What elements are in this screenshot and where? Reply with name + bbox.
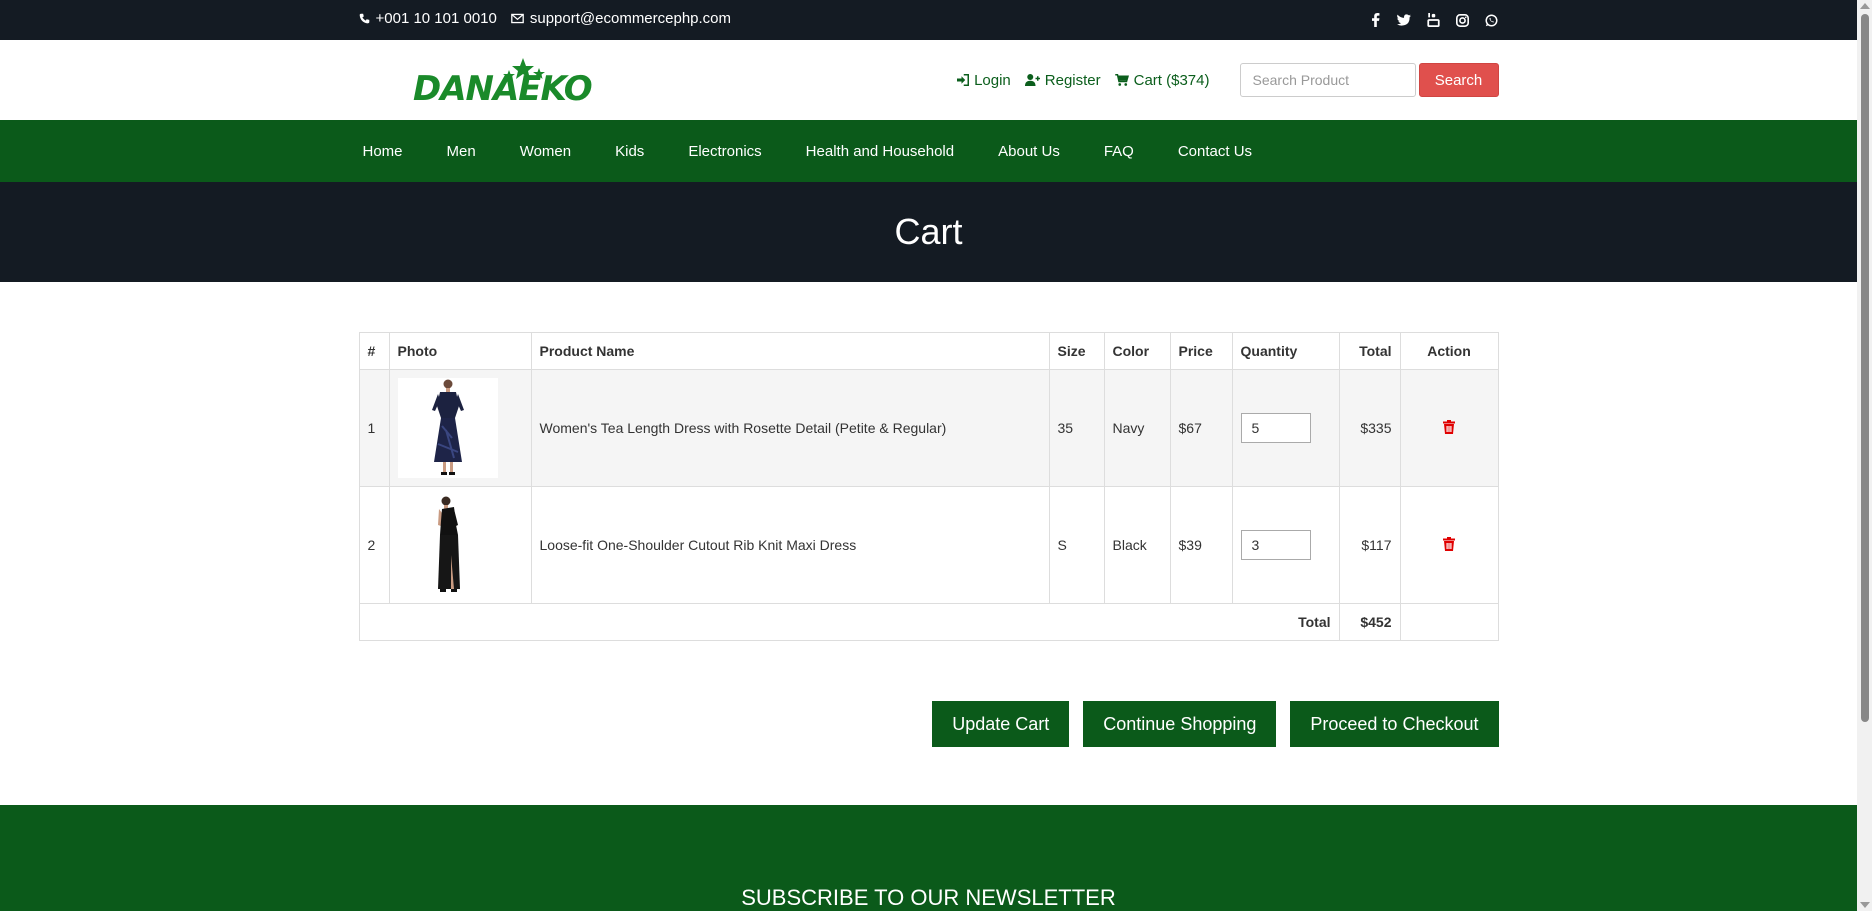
nav-item-contact-us[interactable]: Contact Us: [1174, 143, 1256, 160]
row-number: 1: [358, 369, 390, 487]
sign-in-icon: [957, 74, 970, 86]
row-total: $335: [1338, 369, 1401, 487]
youtube-icon[interactable]: [1426, 13, 1441, 28]
scroll-down-arrow[interactable]: [1860, 902, 1870, 908]
newsletter-title: SUBSCRIBE TO OUR NEWSLETTER: [741, 885, 1116, 910]
action-cell: [1399, 486, 1499, 604]
phone-icon: [359, 13, 369, 24]
nav-item-faq[interactable]: FAQ: [1100, 143, 1138, 160]
product-photo-cell: [388, 369, 532, 487]
row-total: $117: [1338, 486, 1401, 604]
social-links: [1368, 13, 1499, 28]
table-header-row: # Photo Product Name Size Color Price Qu…: [358, 332, 1499, 370]
cart-total-row: Total $452: [358, 603, 1499, 641]
account-links: Login Register Cart ($374): [957, 71, 1210, 89]
nav-item-health-household[interactable]: Health and Household: [802, 143, 958, 160]
top-bar: +001 10 101 0010 support@ecommercephp.co…: [0, 0, 1857, 40]
facebook-icon[interactable]: [1368, 13, 1383, 28]
contact-info: +001 10 101 0010 support@ecommercephp.co…: [359, 10, 731, 27]
instagram-icon[interactable]: [1455, 13, 1470, 28]
scrollbar-thumb[interactable]: [1861, 14, 1869, 722]
table-row: 2 Loose-fit One-Shoulder Cutout Rib Knit…: [358, 486, 1499, 604]
page: +001 10 101 0010 support@ecommercephp.co…: [0, 0, 1857, 911]
update-cart-button[interactable]: Update Cart: [932, 701, 1070, 747]
email-contact[interactable]: support@ecommercephp.com: [511, 10, 731, 27]
quantity-input[interactable]: [1240, 413, 1311, 443]
page-scrollbar[interactable]: [1857, 0, 1872, 911]
cart-table: # Photo Product Name Size Color Price Qu…: [358, 332, 1499, 641]
nav-item-kids[interactable]: Kids: [611, 143, 648, 160]
page-title: Cart: [894, 211, 963, 252]
search-button[interactable]: Search: [1418, 63, 1499, 97]
continue-shopping-button[interactable]: Continue Shopping: [1083, 701, 1277, 747]
nav-item-about-us[interactable]: About Us: [994, 143, 1064, 160]
register-label: Register: [1044, 71, 1101, 89]
col-header-quantity: Quantity: [1231, 332, 1340, 370]
quantity-cell: [1231, 486, 1340, 604]
product-name: Loose-fit One-Shoulder Cutout Rib Knit M…: [530, 486, 1050, 604]
scroll-up-arrow[interactable]: [1860, 3, 1870, 9]
cart-total-value: $452: [1338, 603, 1401, 641]
navy-dress-image: [431, 379, 464, 475]
product-color: Black: [1103, 486, 1171, 604]
action-cell: [1399, 369, 1499, 487]
col-header-price: Price: [1169, 332, 1233, 370]
col-header-product-name: Product Name: [530, 332, 1050, 370]
checkout-button[interactable]: Proceed to Checkout: [1290, 701, 1499, 747]
col-header-total: Total: [1338, 332, 1401, 370]
cart-section: # Photo Product Name Size Color Price Qu…: [358, 282, 1499, 747]
search-input[interactable]: [1239, 63, 1416, 97]
logo-graphic: DANAEKO: [413, 58, 592, 106]
twitter-icon[interactable]: [1397, 13, 1412, 28]
table-row: 1 Women's Tea Length Dress with Rosette …: [358, 369, 1499, 487]
shopping-cart-icon: [1114, 74, 1129, 86]
col-header-number: #: [358, 332, 390, 370]
whatsapp-icon[interactable]: [1484, 13, 1499, 28]
phone-contact[interactable]: +001 10 101 0010: [359, 10, 497, 27]
svg-text:DANAEKO: DANAEKO: [413, 69, 592, 106]
site-logo[interactable]: DANAEKO: [411, 50, 595, 110]
user-plus-icon: [1024, 74, 1040, 86]
product-price: $39: [1169, 486, 1233, 604]
trash-icon[interactable]: [1443, 419, 1455, 434]
quantity-cell: [1231, 369, 1340, 487]
main-nav: Home Men Women Kids Electronics Health a…: [0, 120, 1857, 182]
nav-item-home[interactable]: Home: [359, 143, 407, 160]
product-color: Navy: [1103, 369, 1171, 487]
phone-number: +001 10 101 0010: [375, 10, 497, 27]
quantity-input[interactable]: [1240, 530, 1311, 560]
col-header-size: Size: [1048, 332, 1105, 370]
login-link[interactable]: Login: [957, 72, 1011, 89]
product-photo-cell: [388, 486, 532, 604]
nav-item-electronics[interactable]: Electronics: [684, 143, 765, 160]
empty-cell: [1399, 603, 1499, 641]
envelope-icon: [511, 13, 524, 24]
cart-link[interactable]: Cart ($374): [1114, 71, 1210, 89]
email-address: support@ecommercephp.com: [529, 10, 732, 27]
header-actions: Login Register Cart ($374) Search: [957, 63, 1499, 97]
col-header-color: Color: [1103, 332, 1171, 370]
product-name: Women's Tea Length Dress with Rosette De…: [530, 369, 1050, 487]
product-size: S: [1048, 486, 1105, 604]
page-banner: Cart: [0, 182, 1857, 282]
black-dress-image: [437, 496, 460, 592]
row-number: 2: [358, 486, 390, 604]
col-header-photo: Photo: [388, 332, 532, 370]
newsletter-section: SUBSCRIBE TO OUR NEWSLETTER: [0, 805, 1857, 911]
site-header: DANAEKO Login Register Cart ($374) Searc…: [0, 40, 1857, 120]
col-header-action: Action: [1399, 332, 1499, 370]
cart-actions: Update Cart Continue Shopping Proceed to…: [359, 701, 1499, 747]
trash-icon[interactable]: [1443, 536, 1455, 551]
cart-label: Cart ($374): [1133, 71, 1210, 89]
product-photo[interactable]: [397, 378, 498, 478]
cart-total-label: Total: [358, 603, 1340, 641]
register-link[interactable]: Register: [1024, 71, 1101, 89]
login-label: Login: [974, 71, 1011, 89]
nav-item-men[interactable]: Men: [443, 143, 480, 160]
nav-item-women[interactable]: Women: [516, 143, 575, 160]
product-size: 35: [1048, 369, 1105, 487]
product-photo[interactable]: [397, 495, 498, 595]
product-price: $67: [1169, 369, 1233, 487]
